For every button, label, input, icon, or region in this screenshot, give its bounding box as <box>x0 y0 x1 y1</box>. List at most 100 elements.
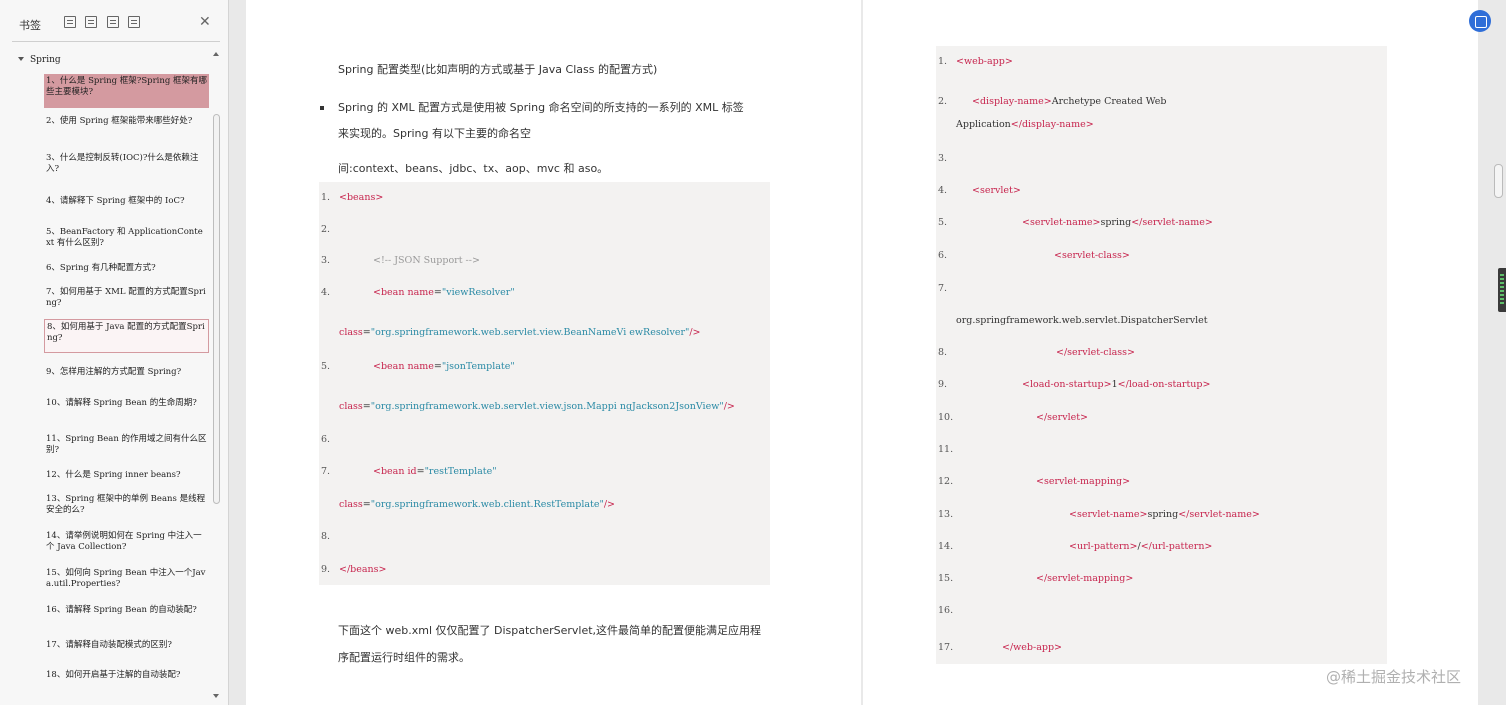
edge-widget-icon[interactable] <box>1498 268 1506 312</box>
code-line: class="org.springframework.web.servlet.v… <box>339 400 735 414</box>
expand-all-icon[interactable] <box>64 16 76 28</box>
code-token: <web-app> <box>956 56 1013 67</box>
code-token: class <box>339 401 363 412</box>
next-heading-partial <box>936 699 1236 705</box>
code-line: </beans> <box>339 563 386 577</box>
code-token: name <box>407 287 434 298</box>
bookmark-item[interactable]: 10、请解释 Spring Bean 的生命周期? <box>44 396 209 424</box>
code-token: </servlet> <box>1036 412 1089 423</box>
line-number: 2. <box>938 96 948 107</box>
line-number: 13. <box>938 509 954 520</box>
scroll-up-icon[interactable] <box>213 52 219 56</box>
document-page-right: 1. <web-app> 2. <display-name>Archetype Cre… <box>863 0 1478 705</box>
code-token: spring <box>1147 509 1179 520</box>
code-token: name <box>407 361 434 372</box>
line-number: 1. <box>321 192 331 203</box>
line-number: 4. <box>321 287 331 298</box>
close-icon[interactable]: ✕ <box>199 14 211 30</box>
line-number: 11. <box>938 444 954 455</box>
code-line: <url-pattern>/</url-pattern> <box>1069 540 1212 554</box>
bookmark-item[interactable]: 2、使用 Spring 框架能带来哪些好处? <box>44 114 209 142</box>
code-token: <url-pattern> <box>1069 541 1138 552</box>
code-line: Application</display-name> <box>956 118 1094 132</box>
bookmark-item[interactable]: 8、如何用基于 Java 配置的方式配置Spring? <box>44 319 209 353</box>
bookmark-item[interactable]: 11、Spring Bean 的作用域之间有什么区别? <box>44 432 209 460</box>
code-token: <beans> <box>339 192 384 203</box>
code-line: class="org.springframework.web.client.Re… <box>339 498 615 512</box>
code-token: id <box>407 466 417 477</box>
bookmark-item[interactable]: 18、如何开启基于注解的自动装配? <box>44 668 209 684</box>
bookmark-item[interactable]: 1、什么是 Spring 框架?Spring 框架有哪些主要模块? <box>44 74 209 108</box>
collapse-all-icon[interactable] <box>85 16 97 28</box>
bookmark-item[interactable]: 14、请举例说明如何在 Spring 中注入一个 Java Collection… <box>44 529 209 557</box>
code-block-beans: 1. <beans> 2. 3. <!-- JSON Support --> 4. <bea… <box>319 182 770 585</box>
sidebar-scrollbar[interactable] <box>212 50 221 702</box>
code-token: = <box>433 287 442 298</box>
bookmark-item[interactable]: 6、Spring 有几种配置方式? <box>44 261 209 277</box>
code-token: <bean <box>373 287 408 298</box>
line-number: 3. <box>321 255 331 266</box>
code-token: "org.springframework.web.servlet.view.Be… <box>370 327 690 338</box>
code-token: <servlet-mapping> <box>1036 476 1131 487</box>
code-token: <servlet-name> <box>1022 217 1101 228</box>
line-number: 14. <box>938 541 954 552</box>
bookmark-item[interactable]: 16、请解释 Spring Bean 的自动装配? <box>44 603 209 631</box>
line-number: 15. <box>938 573 954 584</box>
translate-icon[interactable] <box>1469 10 1491 32</box>
bullet-line-2: 来实现的。Spring 有以下主要的命名空 <box>338 127 531 140</box>
bookmark-options-icon[interactable] <box>128 16 140 28</box>
sidebar-title: 书签 <box>19 19 41 32</box>
line-number: 7. <box>938 283 948 294</box>
code-token: <servlet> <box>972 185 1021 196</box>
code-token: class <box>339 499 363 510</box>
scrollbar-thumb[interactable] <box>213 114 220 504</box>
add-bookmark-icon[interactable] <box>107 16 119 28</box>
code-line: <servlet-class> <box>1054 249 1130 263</box>
bookmark-item[interactable]: 17、请解释自动装配模式的区别? <box>44 638 209 654</box>
code-token: <display-name> <box>972 96 1052 107</box>
code-token: <servlet-class> <box>1054 250 1130 261</box>
bookmark-item[interactable]: 7、如何用基于 XML 配置的方式配置Spring? <box>44 285 209 313</box>
bookmark-item[interactable]: 15、如何向 Spring Bean 中注入一个Java.util.Proper… <box>44 566 209 594</box>
code-line: <servlet-name>spring</servlet-name> <box>1022 216 1213 230</box>
code-token: </url-pattern> <box>1140 541 1213 552</box>
bullet-line-1: Spring 的 XML 配置方式是使用被 Spring 命名空间的所支持的一系… <box>338 101 744 114</box>
bookmark-item[interactable]: 3、什么是控制反转(IOC)?什么是依赖注入? <box>44 151 209 179</box>
bookmark-item[interactable]: 12、什么是 Spring inner beans? <box>44 468 209 484</box>
code-token: <bean <box>373 361 408 372</box>
line-number: 2. <box>321 224 331 235</box>
bookmark-item[interactable]: 13、Spring 框架中的单例 Beans 是线程安全的么? <box>44 492 209 520</box>
code-token: spring <box>1100 217 1132 228</box>
code-line: <load-on-startup>1</load-on-startup> <box>1022 378 1210 392</box>
code-token: = <box>433 361 442 372</box>
code-token: "org.springframework.web.client.RestTemp… <box>370 499 604 510</box>
code-token: </load-on-startup> <box>1117 379 1211 390</box>
code-line: <servlet-name>spring</servlet-name> <box>1069 508 1260 522</box>
collapse-triangle-icon[interactable] <box>18 57 24 61</box>
code-token: <load-on-startup> <box>1022 379 1112 390</box>
code-token: /> <box>723 401 735 412</box>
line-number: 9. <box>321 564 331 575</box>
scroll-down-icon[interactable] <box>213 694 219 698</box>
code-line: class="org.springframework.web.servlet.v… <box>339 326 701 340</box>
code-token: <bean <box>373 466 408 477</box>
bookmark-item[interactable]: 9、怎样用注解的方式配置 Spring? <box>44 365 209 381</box>
tree-root-spring[interactable]: Spring <box>18 55 61 65</box>
line-number: 8. <box>321 531 331 542</box>
code-line: <display-name>Archetype Created Web <box>972 95 1166 109</box>
line-number: 3. <box>938 153 948 164</box>
code-token: </servlet-name> <box>1178 509 1260 520</box>
sidebar-divider <box>12 41 220 42</box>
document-scrollbar-thumb[interactable] <box>1494 164 1503 198</box>
bookmark-item[interactable]: 5、BeanFactory 和 ApplicationContext 有什么区别… <box>44 225 209 253</box>
code-token: class <box>339 327 363 338</box>
bookmark-sidebar: 书签 ✕ Spring 1、什么是 Spring 框架?Spring 框架有哪些… <box>0 0 229 705</box>
code-token: </servlet-class> <box>1056 347 1135 358</box>
code-line: </web-app> <box>1002 641 1062 655</box>
code-token: /> <box>689 327 701 338</box>
code-token: Application <box>956 119 1011 130</box>
code-token: </display-name> <box>1010 119 1094 130</box>
line-number: 5. <box>938 217 948 228</box>
bookmark-item[interactable]: 4、请解释下 Spring 框架中的 IoC? <box>44 194 209 210</box>
code-line: <bean name="jsonTemplate" <box>373 360 515 374</box>
